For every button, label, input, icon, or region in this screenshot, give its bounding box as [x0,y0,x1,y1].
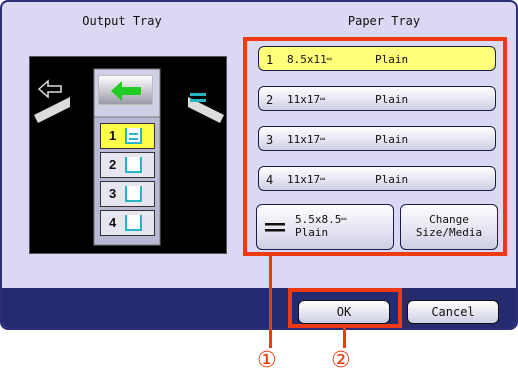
bin-tray-icon [125,128,142,144]
output-bin-3[interactable]: 3 [100,181,155,207]
bin-tray-icon [125,157,142,173]
callout-connector-1 [269,256,272,348]
output-tray-header: Output Tray [82,14,162,28]
bin-number: 3 [109,186,117,201]
callout-connector-2 [343,328,346,348]
output-bin-4[interactable]: 4 [100,210,155,236]
green-arrow-icon [111,81,141,101]
green-arrow-button[interactable] [98,75,153,105]
bin-number: 1 [109,128,117,143]
highlight-box-paper-tray [243,37,507,256]
cancel-button[interactable]: Cancel [407,300,499,324]
output-bin-2[interactable]: 2 [100,152,155,178]
bin-number: 2 [109,157,117,172]
output-tray-diagram: 1 2 3 4 [29,56,227,254]
paper-tray-header: Paper Tray [347,14,421,28]
exit-tray-icon [190,93,206,102]
bin-tray-icon [125,215,142,231]
highlight-box-ok [288,288,402,328]
callout-label-2: ② [331,348,351,373]
callout-label-1: ① [257,348,277,373]
output-bin-1[interactable]: 1 [100,123,155,149]
bin-tray-icon [125,186,142,202]
bin-number: 4 [109,215,117,230]
